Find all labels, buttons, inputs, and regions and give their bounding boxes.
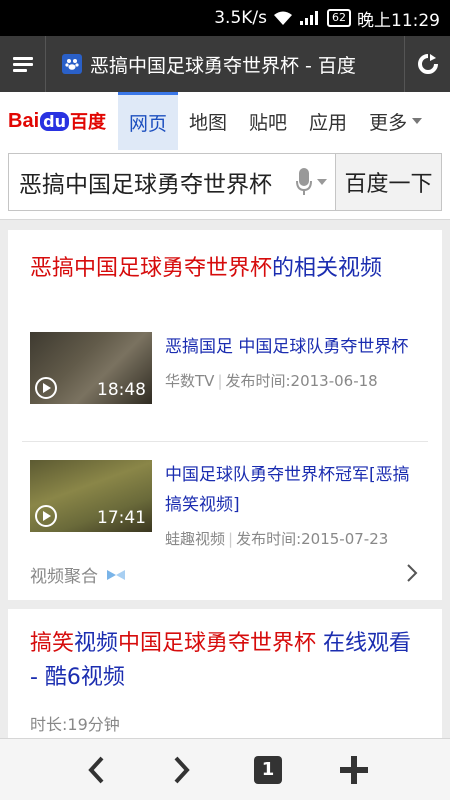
battery-icon: 62: [327, 9, 351, 27]
network-speed: 3.5K/s: [214, 8, 267, 28]
row-divider: [22, 441, 428, 442]
search-button[interactable]: 百度一下: [336, 153, 442, 211]
result-card-videos: 恶搞中国足球勇夺世界杯的相关视频 18:48 恶搞国足 中国足球队勇夺世界杯 华…: [8, 230, 442, 600]
result-card: 搞笑视频中国足球勇夺世界杯 在线观看 - 酷6视频 时长:19分钟: [8, 609, 442, 749]
result-title[interactable]: 恶搞中国足球勇夺世界杯的相关视频: [8, 230, 442, 286]
microphone-icon: [296, 168, 312, 195]
search-query: 恶搞中国足球勇夺世界杯: [19, 172, 272, 198]
video-date: 发布时间:2015-07-23: [236, 530, 389, 548]
back-button[interactable]: [77, 751, 115, 789]
video-meta: 华数TV | 发布时间:2013-06-18: [165, 372, 378, 390]
title-text: 视频: [74, 631, 119, 656]
signal-icon: [299, 10, 321, 26]
header-divider: [0, 219, 450, 220]
play-icon: [35, 505, 57, 527]
refresh-icon: [417, 54, 438, 74]
video-meta: 蛙趣视频 | 发布时间:2015-07-23: [165, 530, 389, 548]
title-suffix: 的相关视频: [272, 256, 383, 281]
tab-more[interactable]: 更多: [358, 92, 434, 150]
logo-baidu-cn: 百度: [69, 112, 106, 133]
menu-button[interactable]: [0, 36, 46, 92]
tab-count: 1: [254, 755, 282, 784]
tabs-button[interactable]: 1: [249, 751, 287, 789]
video-thumbnail[interactable]: 17:41: [30, 460, 152, 532]
tab-web[interactable]: 网页: [118, 92, 179, 150]
voice-search-button[interactable]: [287, 167, 335, 197]
video-item[interactable]: 18:48 恶搞国足 中国足球队勇夺世界杯 华数TV | 发布时间:2013-06-…: [30, 332, 413, 404]
baidu-favicon-icon: [62, 54, 82, 74]
video-duration: 17:41: [97, 508, 146, 528]
video-source: 蛙趣视频: [165, 530, 226, 548]
video-duration: 18:48: [97, 380, 146, 400]
play-icon: [35, 377, 57, 399]
back-arrow-icon: [88, 756, 104, 783]
dropdown-caret-icon: [317, 179, 327, 185]
video-date: 发布时间:2013-06-18: [225, 372, 378, 390]
title-highlight: 搞笑: [30, 631, 75, 656]
chevron-right-icon[interactable]: [406, 563, 418, 587]
video-aggregate-link[interactable]: 视频聚合: [30, 562, 126, 587]
video-title[interactable]: 恶搞国足 中国足球队勇夺世界杯: [165, 332, 413, 362]
aggregate-label: 视频聚合: [30, 567, 98, 587]
caret-down-icon: [412, 118, 423, 124]
search-input[interactable]: 恶搞中国足球勇夺世界杯: [8, 153, 336, 211]
tab-map[interactable]: 地图: [178, 92, 238, 150]
title-highlight: 恶搞中国足球勇夺世界杯: [30, 256, 273, 281]
wifi-icon: [273, 10, 293, 26]
bowtie-icon: [107, 569, 125, 580]
video-thumbnail[interactable]: 18:48: [30, 332, 152, 404]
video-item[interactable]: 17:41 中国足球队勇夺世界杯冠军[恶搞搞笑视频] 蛙趣视频 | 发布时间:201…: [30, 460, 413, 549]
forward-arrow-icon: [174, 756, 190, 783]
baidu-nav-bar: Bai du 百度 网页 地图 贴吧 应用 更多: [0, 92, 450, 150]
search-row: 恶搞中国足球勇夺世界杯 百度一下: [0, 150, 450, 220]
video-title[interactable]: 中国足球队勇夺世界杯冠军[恶搞搞笑视频]: [165, 460, 413, 520]
clock: 晚上11:29: [357, 10, 440, 31]
result-duration: 时长:19分钟: [30, 715, 120, 734]
hamburger-icon: [12, 57, 33, 72]
tab-apps[interactable]: 应用: [298, 92, 358, 150]
browser-title-bar: 恶搞中国足球勇夺世界杯 - 百度: [0, 36, 450, 92]
logo-bai: Bai: [8, 109, 40, 132]
logo-du: du: [40, 111, 69, 131]
forward-button[interactable]: [163, 751, 201, 789]
refresh-button[interactable]: [404, 36, 450, 92]
status-bar: 3.5K/s 62 晚上11:29: [0, 0, 450, 36]
result-title[interactable]: 搞笑视频中国足球勇夺世界杯 在线观看 - 酷6视频: [8, 609, 442, 695]
baidu-logo[interactable]: Bai du 百度: [0, 92, 118, 150]
tab-tieba[interactable]: 贴吧: [238, 92, 298, 150]
plus-icon: [340, 755, 368, 784]
page-title: 恶搞中国足球勇夺世界杯 - 百度: [90, 54, 356, 77]
address-area[interactable]: 恶搞中国足球勇夺世界杯 - 百度: [46, 51, 404, 78]
new-tab-button[interactable]: [335, 751, 373, 789]
title-highlight: 中国足球勇夺世界杯: [118, 631, 317, 656]
more-label: 更多: [369, 111, 408, 134]
video-source: 华数TV: [165, 372, 215, 390]
bottom-toolbar: 1: [0, 738, 450, 800]
